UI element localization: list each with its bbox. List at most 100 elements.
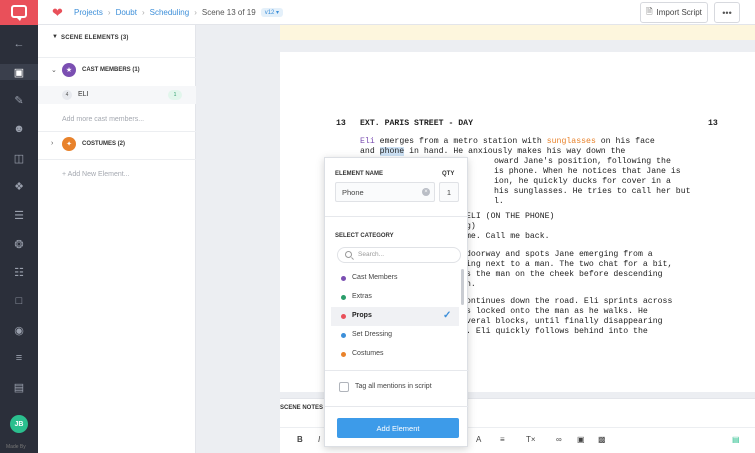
breadcrumb-scene[interactable]: Scene 13 of 19: [202, 8, 256, 17]
category-scrollbar[interactable]: [461, 269, 464, 305]
category-cast-members[interactable]: Cast Members: [331, 269, 459, 288]
list-item[interactable]: 4 ELI 1: [38, 86, 196, 104]
back-arrow-icon[interactable]: ←: [11, 36, 27, 52]
cast-members-icon: ★: [62, 63, 76, 77]
action-line: doorway and spots Jane emerging from a: [466, 250, 653, 259]
contacts-icon[interactable]: ☻: [11, 121, 27, 137]
chevron-down-icon[interactable]: ⌄: [51, 66, 57, 74]
reports-icon[interactable]: ▤: [11, 379, 27, 395]
heart-icon[interactable]: ❤: [52, 6, 63, 19]
sliders-icon[interactable]: ≡: [11, 350, 27, 366]
category-dot: [341, 295, 346, 300]
category-label: Props: [352, 312, 372, 319]
costumes-title[interactable]: COSTUMES (2): [82, 141, 125, 147]
action-text: emerges from a metro station with: [374, 137, 547, 146]
elements-icon[interactable]: ❖: [11, 178, 27, 194]
costumes-group: › ✦ COSTUMES (2): [38, 131, 196, 159]
scene-number-left: 13: [336, 119, 346, 128]
scene-notes-label: SCENE NOTES: [280, 405, 324, 411]
chevron-right-icon: ›: [141, 8, 145, 17]
more-options-button[interactable]: •••: [714, 2, 740, 23]
avatar[interactable]: JB: [10, 415, 28, 433]
font-color-icon[interactable]: A: [476, 435, 481, 444]
storyboard-icon[interactable]: ◫: [11, 150, 27, 166]
category-dot: [341, 333, 346, 338]
script-pen-icon[interactable]: ✎: [11, 92, 27, 108]
category-extras[interactable]: Extras: [331, 288, 459, 307]
panel-header[interactable]: ▼ SCENE ELEMENTS (3): [38, 31, 196, 51]
category-costumes[interactable]: Costumes: [331, 345, 459, 364]
breadcrumb-project[interactable]: Doubt: [116, 8, 137, 17]
add-element-button[interactable]: Add Element: [337, 418, 459, 438]
location-pin-icon[interactable]: ◉: [11, 322, 27, 338]
action-text: on his face: [595, 137, 655, 146]
category-dot: [341, 276, 346, 281]
dialogue-character: ELI (ON THE PHONE): [466, 212, 555, 221]
action-line: Eli emerges from a metro station with su…: [360, 137, 655, 146]
cast-members-title[interactable]: CAST MEMBERS (1): [82, 67, 140, 73]
category-label: Cast Members: [352, 274, 398, 281]
cast-members-group: ⌄ ★ CAST MEMBERS (1) 4 ELI 1 Add more ca…: [38, 57, 196, 131]
category-dot: [341, 352, 346, 357]
scene-banner: [280, 25, 755, 40]
italic-icon[interactable]: I: [318, 435, 320, 444]
tag-all-checkbox[interactable]: [339, 382, 349, 392]
media-icon[interactable]: ▩: [598, 435, 606, 444]
film-reel-icon[interactable]: ❂: [11, 236, 27, 252]
caret-down-icon: ▼: [52, 34, 59, 40]
category-label: Set Dressing: [352, 331, 393, 338]
selected-text[interactable]: phone: [379, 147, 405, 156]
stripboard-icon[interactable]: ☰: [11, 207, 27, 223]
link-icon[interactable]: ∞: [556, 435, 562, 444]
category-set-dressing[interactable]: Set Dressing: [331, 326, 459, 345]
qty-label: QTY: [442, 171, 455, 177]
quantity-input[interactable]: 1: [439, 182, 459, 202]
bold-icon[interactable]: B: [297, 435, 303, 444]
divider: [325, 216, 469, 217]
tag-all-label: Tag all mentions in script: [355, 383, 432, 390]
align-icon[interactable]: ≡: [500, 435, 505, 444]
clear-format-icon[interactable]: T×: [526, 435, 536, 444]
calendar-icon[interactable]: ☷: [11, 264, 27, 280]
image-icon[interactable]: ▣: [577, 435, 585, 444]
top-bar: ❤ Projects › Doubt › Scheduling › Scene …: [38, 0, 755, 25]
add-cast-member-input[interactable]: Add more cast members...: [62, 116, 144, 123]
prop-tag[interactable]: sunglasses: [547, 137, 596, 146]
left-navigation: ← ▣ ✎ ☻ ◫ ❖ ☰ ❂ ☷ □ ◉ ≡ ▤ JB Made By: [0, 0, 38, 453]
search-icon: [345, 251, 352, 258]
version-label: v12: [264, 10, 275, 16]
action-line: . Eli quickly follows behind into the: [466, 327, 648, 336]
element-name-label: ELEMENT NAME: [335, 171, 383, 177]
character-tag[interactable]: Eli: [360, 137, 375, 146]
breadcrumb: Projects › Doubt › Scheduling › Scene 13…: [74, 8, 284, 17]
chevron-right-icon[interactable]: ›: [51, 140, 53, 147]
search-placeholder: Search...: [358, 251, 385, 258]
folder-icon[interactable]: □: [11, 293, 27, 309]
costumes-icon: ✦: [62, 137, 76, 151]
category-props[interactable]: Props ✓: [331, 307, 459, 326]
clear-icon[interactable]: ×: [422, 188, 430, 196]
add-element-group: + Add New Element...: [38, 159, 196, 189]
action-line: and phone in hand. He anxiously makes hi…: [360, 147, 625, 156]
version-badge[interactable]: v12 ▾: [260, 8, 284, 17]
scenes-nav-icon[interactable]: ▣: [0, 64, 38, 80]
panel-header-label: SCENE ELEMENTS (3): [61, 35, 129, 41]
cast-count-badge: 1: [168, 90, 182, 100]
save-icon[interactable]: ▤: [732, 435, 740, 444]
app-logo-icon[interactable]: [0, 0, 38, 25]
cast-name: ELI: [78, 91, 89, 98]
action-line: ion, he quickly ducks for cover in a: [494, 177, 671, 186]
category-search-input[interactable]: Search...: [337, 247, 461, 263]
import-script-button[interactable]: 🗎 Import Script: [640, 2, 708, 23]
scene-number-right: 13: [708, 119, 718, 128]
element-name-input[interactable]: Phone: [335, 182, 435, 202]
action-text: and: [360, 147, 380, 156]
breadcrumb-scheduling[interactable]: Scheduling: [150, 8, 190, 17]
scene-elements-panel: ▼ SCENE ELEMENTS (3) ⌄ ★ CAST MEMBERS (1…: [38, 25, 196, 453]
add-new-element-button[interactable]: + Add New Element...: [62, 171, 130, 178]
action-line: ontinues down the road. Eli sprints acro…: [466, 297, 673, 306]
breadcrumb-projects[interactable]: Projects: [74, 8, 103, 17]
action-line: veral blocks, until finally disappearing: [466, 317, 663, 326]
category-label: Extras: [352, 293, 372, 300]
divider: [325, 406, 469, 407]
